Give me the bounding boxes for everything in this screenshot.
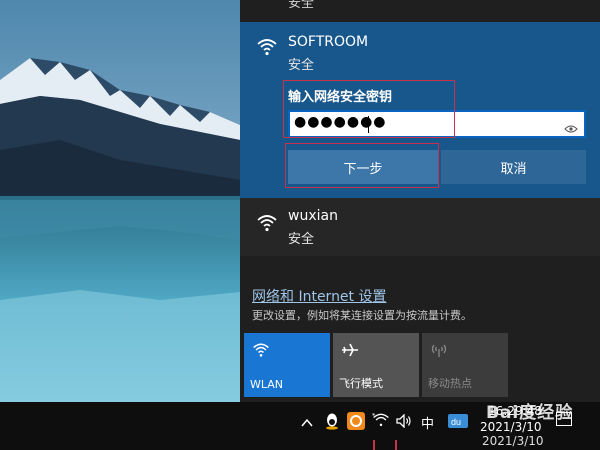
tile-label: WLAN [250,378,284,391]
wifi-icon [256,38,278,56]
network-status: 安全 [288,58,315,73]
network-status: 安全 [288,0,315,11]
annotation-box-next [285,143,439,188]
airplane-icon [341,342,359,358]
chevron-up-icon[interactable] [300,414,314,433]
clock-date-echo: 2021/3/10 [482,434,544,448]
network-settings-description: 更改设置，例如将某连接设置为按流量计费。 [252,309,472,322]
mountain-lake-image [0,0,240,402]
volume-icon[interactable] [396,413,412,432]
reveal-password-icon[interactable] [564,119,578,133]
browser-icon[interactable] [347,412,365,434]
network-ssid: wuxian [288,208,338,224]
mobile-hotspot-tile[interactable]: 移动热点 [422,333,508,397]
network-status: 安全 [288,232,315,247]
network-ssid: SOFTROOM [288,34,369,50]
qq-icon[interactable] [324,412,340,434]
network-flyout: 安全 SOFTROOM 安全 输入网络安全密钥 ●●●●●●● 下一步 取消 w… [240,0,600,402]
desktop-wallpaper [0,0,240,402]
annotation-line [395,440,397,450]
annotation-line [373,440,375,450]
app-icon[interactable]: du [448,412,468,434]
hotspot-icon [430,342,448,358]
tile-label: 移动热点 [428,377,472,390]
wlan-tile[interactable]: WLAN [244,333,330,397]
cancel-button[interactable]: 取消 [441,150,586,184]
wifi-icon[interactable]: * [372,412,390,432]
network-item-wuxian[interactable]: wuxian 安全 [240,198,600,256]
network-settings-link[interactable]: 网络和 Internet 设置 [252,286,387,306]
watermark: Bai度经验 [486,403,574,423]
annotation-box-key [283,80,455,138]
network-item-previous[interactable]: 安全 [240,0,600,22]
ime-indicator[interactable]: 中 [421,413,434,432]
wifi-icon [252,342,270,358]
svg-text:du: du [451,417,461,427]
wifi-icon [256,214,278,232]
airplane-mode-tile[interactable]: 飞行模式 [333,333,419,397]
tile-label: 飞行模式 [339,377,383,390]
